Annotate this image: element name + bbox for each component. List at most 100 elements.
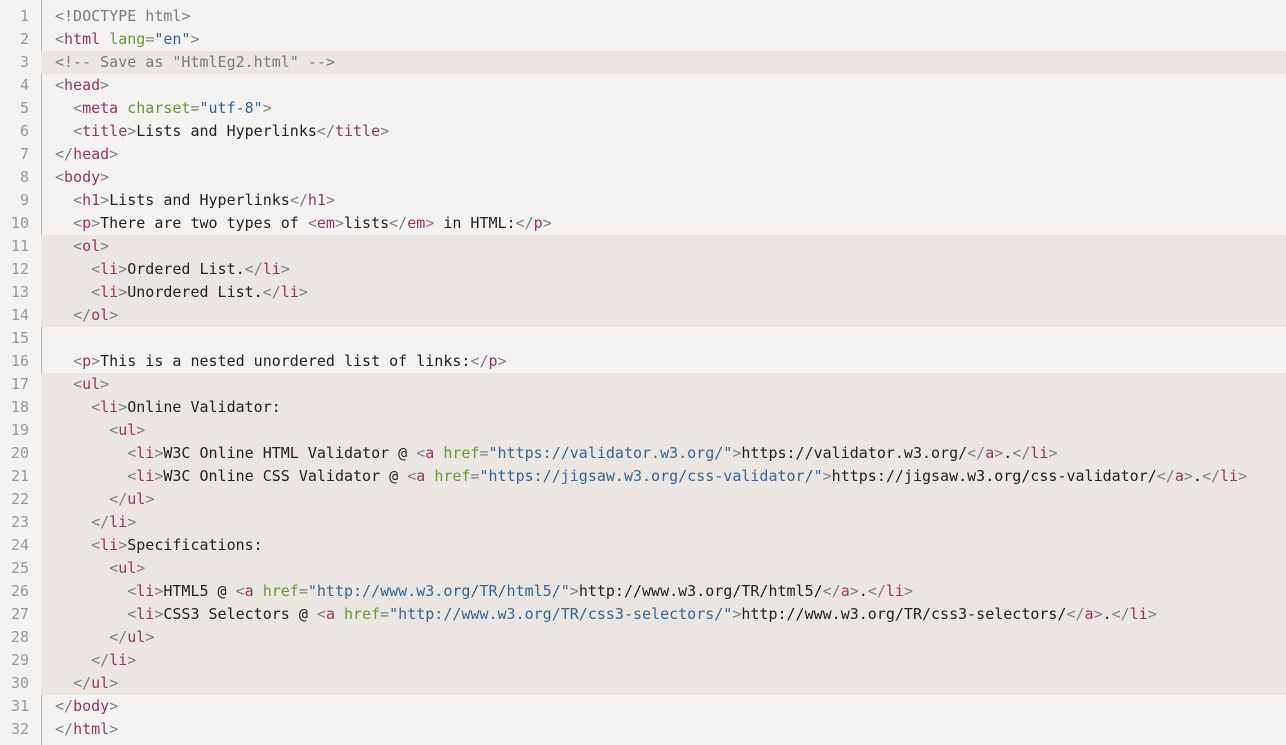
token-punctuation: </	[55, 697, 74, 715]
line-number: 31	[10, 697, 29, 715]
line-code: <p>This is a nested unordered list of li…	[55, 350, 507, 373]
token-punctuation: </	[289, 191, 308, 209]
line-code: </ol>	[55, 304, 118, 327]
highlighted-code-line[interactable]: 3 <!-- Save as "HtmlEg2.html" -->	[0, 51, 1286, 74]
token-punctuation: >	[91, 352, 101, 370]
token-punctuation: >	[100, 191, 110, 209]
highlighted-code-line[interactable]: 28 </ul>	[0, 626, 1286, 649]
line-number: 11	[0, 235, 41, 258]
code-line[interactable]: 5 <meta charset="utf-8">	[0, 97, 1286, 120]
token-text-content: lists	[344, 214, 390, 232]
token-punctuation: <	[55, 76, 65, 94]
highlighted-code-line[interactable]: 27 <li>CSS3 Selectors @ <a href="http://…	[0, 603, 1286, 626]
highlighted-code-line[interactable]: 22 </ul>	[0, 488, 1286, 511]
token-punctuation: <	[316, 605, 326, 623]
token-punctuation: >	[497, 352, 507, 370]
token-punctuation: >	[109, 145, 119, 163]
highlighted-code-line[interactable]: 25 <ul>	[0, 557, 1286, 580]
line-number: 6	[19, 122, 29, 140]
code-line[interactable]: 10 <p>There are two types of <em>lists</…	[0, 212, 1286, 235]
token-punctuation: <	[73, 375, 83, 393]
token-tag-name: p	[82, 352, 92, 370]
code-line[interactable]: 15	[0, 327, 1286, 350]
token-attribute-name: href	[344, 605, 381, 623]
highlighted-code-line[interactable]: 18 <li>Online Validator:	[0, 396, 1286, 419]
token-tag-name: h1	[307, 191, 326, 209]
token-attribute-name: href	[262, 582, 299, 600]
token-punctuation: >	[903, 582, 913, 600]
line-code: <ol>	[55, 235, 109, 258]
line-number: 16	[10, 352, 29, 370]
line-number: 32	[10, 720, 29, 738]
code-line[interactable]: 7 </head>	[0, 143, 1286, 166]
code-line[interactable]: 6 <title>Lists and Hyperlinks</title>	[0, 120, 1286, 143]
token-text-content: Lists and Hyperlinks	[109, 191, 290, 209]
token-tag-name: p	[82, 214, 92, 232]
code-line[interactable]: 31 </body>	[0, 695, 1286, 718]
highlighted-code-line[interactable]: 29 </li>	[0, 649, 1286, 672]
token-text-content	[118, 99, 127, 117]
token-punctuation: </	[515, 214, 534, 232]
highlighted-code-line[interactable]: 19 <ul>	[0, 419, 1286, 442]
token-tag-name: a	[1174, 467, 1184, 485]
highlighted-code-line[interactable]: 24 <li>Specifications:	[0, 534, 1286, 557]
token-tag-name: a	[244, 582, 254, 600]
token-tag-name: li	[1220, 467, 1239, 485]
token-attribute-name: href	[434, 467, 471, 485]
line-code: <!-- Save as "HtmlEg2.html" -->	[55, 51, 335, 74]
token-punctuation: >	[849, 582, 859, 600]
token-punctuation: >	[1238, 467, 1248, 485]
code-line[interactable]: 1 <!DOCTYPE html>	[0, 5, 1286, 28]
token-punctuation: >	[118, 260, 128, 278]
highlighted-code-line[interactable]: 21 <li>W3C Online CSS Validator @ <a hre…	[0, 465, 1286, 488]
highlighted-code-line[interactable]: 30 </ul>	[0, 672, 1286, 695]
token-text-content: .	[1102, 605, 1112, 623]
token-punctuation: </	[1012, 444, 1031, 462]
line-number: 1	[19, 7, 29, 25]
code-editor[interactable]: 1 <!DOCTYPE html> 2 <html lang="en"> 3 <!-- S…	[0, 0, 1286, 745]
code-line[interactable]: 2 <html lang="en">	[0, 28, 1286, 51]
line-code: </html>	[55, 718, 118, 741]
line-number: 19	[0, 419, 41, 442]
token-tag-name: li	[100, 398, 119, 416]
token-tag-name: a	[985, 444, 995, 462]
highlighted-code-line[interactable]: 17 <ul>	[0, 373, 1286, 396]
token-tag-name: li	[262, 260, 281, 278]
token-punctuation: </	[822, 582, 841, 600]
token-punctuation: </	[967, 444, 986, 462]
token-tag-name: head	[73, 145, 110, 163]
token-punctuation: =	[190, 99, 200, 117]
line-number: 2	[19, 30, 29, 48]
code-line[interactable]: 4 <head>	[0, 74, 1286, 97]
highlighted-code-line[interactable]: 20 <li>W3C Online HTML Validator @ <a hr…	[0, 442, 1286, 465]
token-text-content: W3C Online HTML Validator @	[163, 444, 417, 462]
line-number: 8	[19, 168, 29, 186]
token-text-content: W3C Online CSS Validator @	[163, 467, 408, 485]
token-tag-name: ul	[82, 375, 101, 393]
code-line[interactable]: 32 </html>	[0, 718, 1286, 741]
token-punctuation: </	[91, 513, 110, 531]
highlighted-code-line[interactable]: 26 <li>HTML5 @ <a href="http://www.w3.or…	[0, 580, 1286, 603]
highlighted-code-line[interactable]: 14 </ol>	[0, 304, 1286, 327]
token-punctuation: >	[1093, 605, 1103, 623]
highlighted-code-line[interactable]: 12 <li>Ordered List.</li>	[0, 258, 1286, 281]
highlighted-code-line[interactable]: 11 <ol>	[0, 235, 1286, 258]
code-line[interactable]: 9 <h1>Lists and Hyperlinks</h1>	[0, 189, 1286, 212]
token-tag-name: ul	[118, 421, 137, 439]
token-tag-name: ul	[118, 559, 137, 577]
code-line[interactable]: 8 <body>	[0, 166, 1286, 189]
highlighted-code-line[interactable]: 13 <li>Unordered List.</li>	[0, 281, 1286, 304]
token-tag-name: li	[100, 283, 119, 301]
line-number: 17	[0, 373, 41, 396]
highlighted-code-line[interactable]: 23 </li>	[0, 511, 1286, 534]
token-text-content: https://jigsaw.w3.org/css-validator/	[831, 467, 1157, 485]
code-line[interactable]: 16 <p>This is a nested unordered list of…	[0, 350, 1286, 373]
